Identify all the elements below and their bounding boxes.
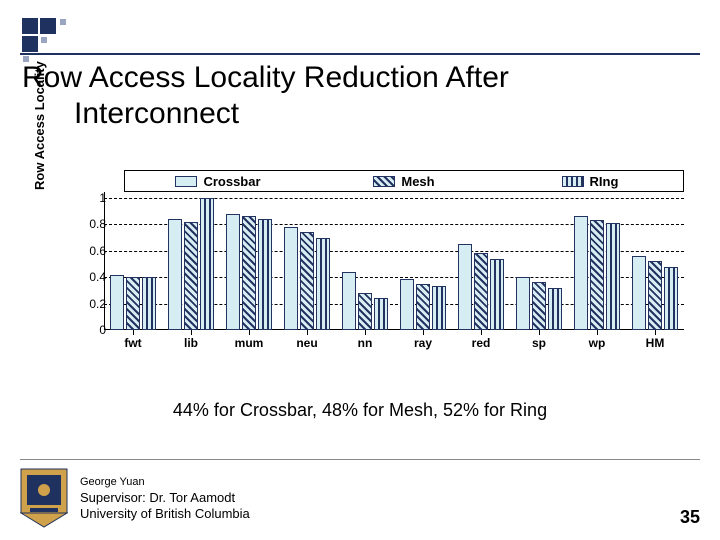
x-tick-mark <box>133 330 134 335</box>
bar-mesh <box>532 282 546 330</box>
legend-label: RIng <box>590 174 619 189</box>
bar-mesh <box>300 232 314 330</box>
legend: Crossbar Mesh RIng <box>124 170 684 192</box>
x-tick-mark <box>307 330 308 335</box>
bar-ring <box>606 223 620 330</box>
page-title: Row Access Locality Reduction After Inte… <box>22 60 509 132</box>
bar-groups <box>104 198 684 330</box>
bar-crossbar <box>516 277 530 330</box>
bar-ring <box>664 267 678 330</box>
footer-university: University of British Columbia <box>80 506 250 522</box>
bar-crossbar <box>168 219 182 330</box>
bar-crossbar <box>400 279 414 330</box>
bar-mesh <box>358 293 372 330</box>
swatch-crossbar-icon <box>175 176 197 187</box>
bar-ring <box>374 298 388 330</box>
bar-crossbar <box>284 227 298 330</box>
x-tick-mark <box>481 330 482 335</box>
footer-text: George Yuan Supervisor: Dr. Tor Aamodt U… <box>80 474 250 522</box>
bar-mesh <box>474 253 488 330</box>
bar-ring <box>142 277 156 330</box>
legend-item-ring: RIng <box>497 174 683 189</box>
bar-ring <box>316 238 330 330</box>
x-tick-label: sp <box>512 336 566 350</box>
chart-caption: 44% for Crossbar, 48% for Mesh, 52% for … <box>0 400 720 421</box>
x-tick-label: neu <box>280 336 334 350</box>
x-tick-label: HM <box>628 336 682 350</box>
legend-label: Crossbar <box>203 174 260 189</box>
bar-crossbar <box>110 275 124 330</box>
bar-crossbar <box>574 216 588 330</box>
x-tick-label: lib <box>164 336 218 350</box>
x-tick-mark <box>539 330 540 335</box>
swatch-ring-icon <box>562 176 584 187</box>
footer: George Yuan Supervisor: Dr. Tor Aamodt U… <box>20 468 700 528</box>
title-rule <box>20 53 700 55</box>
x-tick-label: mum <box>222 336 276 350</box>
y-tick-label: 0.4 <box>89 270 106 284</box>
page-number: 35 <box>680 507 700 528</box>
x-tick-mark <box>597 330 598 335</box>
bar-mesh <box>184 222 198 330</box>
y-tick-label: 0.8 <box>89 217 106 231</box>
title-line-2: Interconnect <box>74 96 509 132</box>
plot-area <box>104 198 684 330</box>
x-tick-mark <box>655 330 656 335</box>
bar-mesh <box>126 277 140 330</box>
bar-crossbar <box>342 272 356 330</box>
y-tick-label: 0 <box>99 323 106 337</box>
bar-ring <box>548 288 562 330</box>
y-tick-label: 0.2 <box>89 297 106 311</box>
bar-crossbar <box>458 244 472 330</box>
bar-mesh <box>590 220 604 330</box>
x-tick-mark <box>249 330 250 335</box>
bar-ring <box>200 198 214 330</box>
title-line-1: Row Access Locality Reduction After <box>22 61 509 94</box>
bar-mesh <box>242 216 256 330</box>
y-tick-label: 0.6 <box>89 244 106 258</box>
x-tick-mark <box>365 330 366 335</box>
bar-ring <box>432 286 446 330</box>
x-tick-label: red <box>454 336 508 350</box>
x-tick-label: fwt <box>106 336 160 350</box>
bar-ring <box>490 259 504 330</box>
bar-mesh <box>648 261 662 330</box>
bar-crossbar <box>226 214 240 330</box>
bar-ring <box>258 219 272 330</box>
footer-author: George Yuan <box>80 474 250 490</box>
x-tick-label: wp <box>570 336 624 350</box>
legend-item-mesh: Mesh <box>311 174 497 189</box>
x-tick-label: nn <box>338 336 392 350</box>
chart: Row Access Locality Crossbar Mesh RIng 0… <box>44 170 692 382</box>
bar-mesh <box>416 284 430 330</box>
ubc-logo-icon <box>20 468 68 528</box>
x-tick-label: ray <box>396 336 450 350</box>
swatch-mesh-icon <box>373 176 395 187</box>
y-tick-label: 1 <box>99 191 106 205</box>
legend-label: Mesh <box>401 174 434 189</box>
footer-rule <box>20 459 700 460</box>
x-tick-mark <box>423 330 424 335</box>
footer-supervisor: Supervisor: Dr. Tor Aamodt <box>80 490 250 506</box>
bar-crossbar <box>632 256 646 330</box>
legend-item-crossbar: Crossbar <box>125 174 311 189</box>
y-axis-label: Row Access Locality <box>32 61 47 190</box>
x-tick-mark <box>191 330 192 335</box>
